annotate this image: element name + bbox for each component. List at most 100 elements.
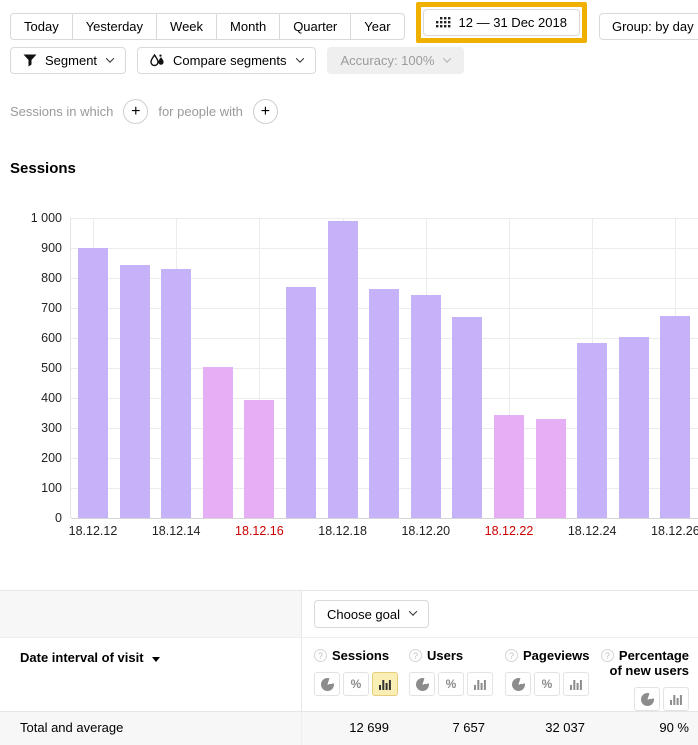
annotation-highlight: 12 — 31 Dec 2018 [416, 2, 587, 43]
metric-view-bar-button[interactable] [563, 672, 589, 696]
x-axis-label: 18.12.16 [224, 524, 294, 538]
chart-bar-18.12.20[interactable] [411, 295, 441, 519]
total-value-users: 7 657 [397, 712, 493, 745]
compare-segments-label: Compare segments [173, 53, 286, 68]
metric-column-percentage-of-new-users: ?Percentage of new users [593, 638, 697, 711]
chart-bar-18.12.15[interactable] [203, 367, 233, 519]
chart-bar-18.12.21[interactable] [452, 317, 482, 518]
chart-bar-18.12.25[interactable] [619, 337, 649, 519]
sessions-in-which-label: Sessions in which [10, 104, 113, 119]
chart-bar-18.12.24[interactable] [577, 343, 607, 519]
gridline [71, 218, 698, 219]
chevron-down-icon [443, 54, 451, 62]
chart-bar-18.12.23[interactable] [536, 419, 566, 518]
x-axis-label: 18.12.26 [640, 524, 698, 538]
period-tab-week[interactable]: Week [156, 13, 217, 40]
chart-bar-18.12.22[interactable] [494, 415, 524, 519]
gridline [71, 248, 698, 249]
period-tab-today[interactable]: Today [10, 13, 73, 40]
y-axis-label: 400 [0, 391, 62, 405]
metric-view-bar-button[interactable] [663, 687, 689, 711]
accuracy-button[interactable]: Accuracy: 100% [327, 47, 465, 74]
y-axis-label: 1 000 [0, 211, 62, 225]
period-tab-group: TodayYesterdayWeekMonthQuarterYear [10, 13, 405, 40]
toolbar-segments: Segment Compare segments Accuracy: 100% [10, 47, 464, 74]
period-tab-year[interactable]: Year [350, 13, 404, 40]
chart-bar-18.12.13[interactable] [120, 265, 150, 519]
metric-view-bar-button[interactable] [467, 672, 493, 696]
bar-chart-icon [474, 678, 486, 690]
chart-bar-18.12.18[interactable] [328, 221, 358, 518]
calendar-grid-icon [436, 17, 451, 29]
compare-segments-button[interactable]: Compare segments [137, 47, 315, 74]
help-icon[interactable]: ? [505, 649, 518, 662]
group-by-label: Group: by day [612, 19, 694, 34]
period-tab-quarter[interactable]: Quarter [279, 13, 351, 40]
pie-chart-icon [512, 678, 525, 691]
y-axis-label: 0 [0, 511, 62, 525]
y-axis-label: 300 [0, 421, 62, 435]
dimension-header-label: Date interval of visit [20, 650, 144, 665]
chart-bar-18.12.19[interactable] [369, 289, 399, 519]
pie-chart-icon [416, 678, 429, 691]
period-tab-month[interactable]: Month [216, 13, 280, 40]
yandex-metrica-report: { "toolbar": { "period_tabs": ["Today", … [0, 0, 698, 745]
goal-row-left-cell [0, 591, 302, 637]
chevron-down-icon [295, 54, 303, 62]
metric-view-percent-button[interactable]: % [438, 672, 464, 696]
accuracy-label: Accuracy: 100% [341, 53, 435, 68]
y-axis-label: 800 [0, 271, 62, 285]
metric-view-pie-button[interactable] [314, 672, 340, 696]
dimension-header-cell[interactable]: Date interval of visit [0, 638, 302, 711]
total-value-sessions: 12 699 [302, 712, 397, 745]
help-icon[interactable]: ? [601, 649, 614, 662]
choose-goal-label: Choose goal [327, 607, 400, 622]
total-row: Total and average 12 6997 65732 03790 % [0, 712, 698, 745]
bar-chart-icon [379, 678, 391, 690]
chart-bar-18.12.12[interactable] [78, 248, 108, 518]
help-icon[interactable]: ? [314, 649, 327, 662]
x-axis-label: 18.12.20 [391, 524, 461, 538]
chart-bar-18.12.14[interactable] [161, 269, 191, 518]
pie-chart-icon [641, 693, 654, 706]
period-tab-yesterday[interactable]: Yesterday [72, 13, 157, 40]
for-people-with-label: for people with [158, 104, 243, 119]
chevron-down-icon [409, 607, 417, 615]
metric-view-percent-button[interactable]: % [534, 672, 560, 696]
segment-button[interactable]: Segment [10, 47, 126, 74]
x-axis-label: 18.12.24 [557, 524, 627, 538]
date-range-button[interactable]: 12 — 31 Dec 2018 [423, 9, 580, 36]
y-axis-label: 700 [0, 301, 62, 315]
metric-column-sessions: ?Sessions% [302, 638, 397, 711]
percent-icon: % [351, 677, 362, 691]
bar-chart-icon [670, 693, 682, 705]
chart-bar-18.12.17[interactable] [286, 287, 316, 518]
x-axis-label: 18.12.22 [474, 524, 544, 538]
y-axis-label: 500 [0, 361, 62, 375]
metric-view-percent-button[interactable]: % [343, 672, 369, 696]
y-axis-label: 100 [0, 481, 62, 495]
choose-goal-button[interactable]: Choose goal [314, 600, 429, 628]
metric-view-bar-button[interactable] [372, 672, 398, 696]
x-axis-label: 18.12.14 [141, 524, 211, 538]
percent-icon: % [446, 677, 457, 691]
help-icon[interactable]: ? [409, 649, 422, 662]
total-values: 12 6997 65732 03790 % [302, 712, 698, 745]
metric-view-pie-button[interactable] [505, 672, 531, 696]
chart-plot-area: 18.12.1218.12.1418.12.1618.12.1818.12.20… [70, 218, 698, 518]
add-user-condition-button[interactable]: + [253, 99, 278, 124]
metric-view-pie-button[interactable] [409, 672, 435, 696]
group-by-button[interactable]: Group: by day [599, 13, 698, 40]
add-session-condition-button[interactable]: + [123, 99, 148, 124]
sort-descending-icon [152, 657, 160, 662]
bar-chart-icon [570, 678, 582, 690]
chart-bar-18.12.16[interactable] [244, 400, 274, 519]
chart-bar-18.12.26[interactable] [660, 316, 690, 519]
goal-row-right-cell: Choose goal [302, 591, 698, 637]
total-value-percentage-of-new-users: 90 % [593, 712, 697, 745]
metric-view-pie-button[interactable] [634, 687, 660, 711]
segment-builder: Sessions in which + for people with + [10, 99, 278, 124]
metric-column-users: ?Users% [397, 638, 493, 711]
goal-row: Choose goal [0, 591, 698, 638]
percent-icon: % [542, 677, 553, 691]
